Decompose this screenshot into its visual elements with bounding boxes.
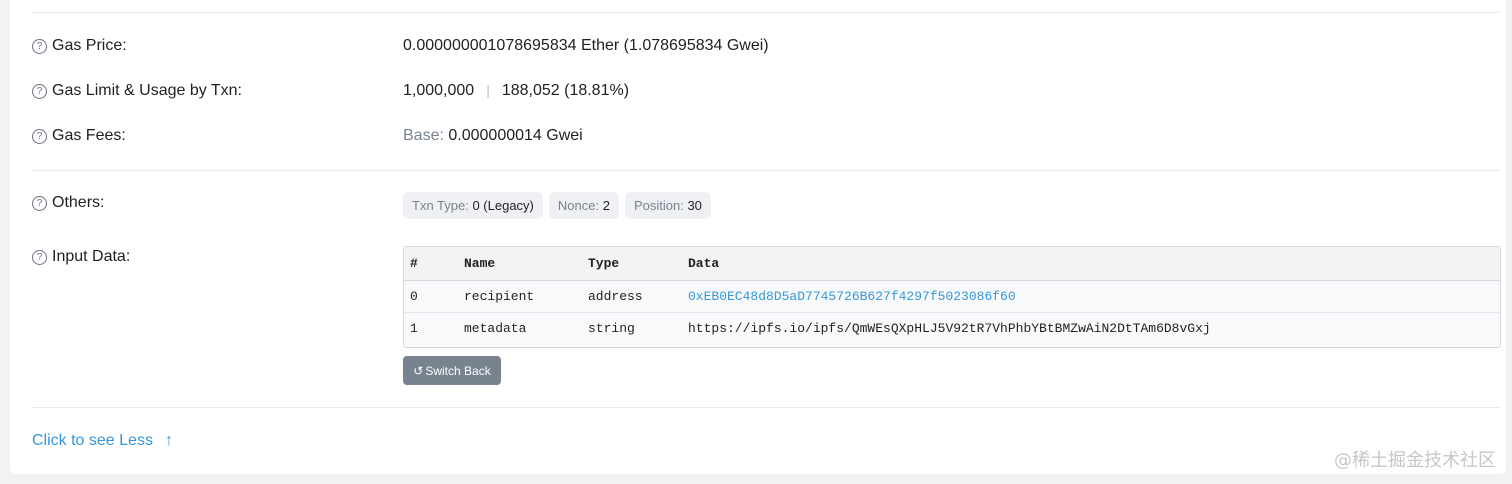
table-header-row: # Name Type Data	[404, 247, 1500, 281]
switch-back-label: Switch Back	[425, 363, 491, 378]
nonce-value: 2	[602, 198, 610, 213]
input-data-label-text: Input Data:	[52, 248, 131, 265]
cell-index: 1	[410, 321, 418, 336]
question-circle-icon[interactable]: ?	[32, 128, 47, 144]
nonce-badge: Nonce: 2	[548, 192, 619, 219]
switch-back-button[interactable]: ↺ Switch Back	[403, 356, 501, 385]
position-badge: Position: 30	[624, 192, 711, 219]
recipient-address-link[interactable]: 0xEB0EC48d8D5aD7745726B627f4297f5023086f…	[682, 280, 1500, 313]
see-less-label: Click to see Less	[32, 432, 153, 449]
divider-middle	[32, 170, 1500, 171]
others-label: ? Others:	[32, 194, 104, 212]
gas-fees-base-label: Base:	[403, 127, 444, 144]
nonce-key: Nonce:	[557, 198, 600, 213]
question-circle-icon[interactable]: ?	[32, 249, 47, 265]
gas-limit-value: 1,000,000 | 188,052 (18.81%)	[403, 82, 629, 100]
gas-price-label: ? Gas Price:	[32, 37, 127, 55]
position-value: 30	[687, 198, 702, 213]
question-circle-icon[interactable]: ?	[32, 38, 47, 54]
divider-top	[32, 12, 1500, 13]
question-circle-icon[interactable]: ?	[32, 195, 47, 211]
input-data-label: ? Input Data:	[32, 248, 130, 266]
gas-limit-amount: 1,000,000	[403, 82, 475, 99]
cell-type: string	[588, 321, 635, 336]
others-label-text: Others:	[52, 194, 105, 211]
divider-bottom	[32, 407, 1500, 408]
input-data-table: # Name Type Data 0 recipient address 0xE…	[403, 246, 1501, 348]
gas-limit-label-text: Gas Limit & Usage by Txn:	[52, 82, 242, 99]
undo-icon: ↺	[413, 363, 424, 378]
gas-limit-separator: |	[486, 82, 490, 98]
see-less-toggle[interactable]: Click to see Less ↑	[32, 432, 173, 450]
watermark: @稀土掘金技术社区	[1334, 450, 1496, 471]
gas-limit-label: ? Gas Limit & Usage by Txn:	[32, 82, 242, 100]
table-row: 1 metadata string https://ipfs.io/ipfs/Q…	[404, 313, 1500, 345]
gas-usage-amount: 188,052 (18.81%)	[501, 82, 630, 99]
txn-type-badge: Txn Type: 0 (Legacy)	[403, 192, 543, 219]
cell-data: https://ipfs.io/ipfs/QmWEsQXpHLJ5V92tR7V…	[688, 321, 1211, 336]
gas-fees-label-text: Gas Fees:	[52, 127, 126, 144]
gas-fees-value: Base: 0.000000014 Gwei	[403, 127, 583, 145]
col-header-name: Name	[458, 247, 582, 281]
question-circle-icon[interactable]: ?	[32, 83, 47, 99]
txn-type-value: 0 (Legacy)	[472, 198, 534, 213]
others-badges: Txn Type: 0 (Legacy) Nonce: 2 Position: 30	[403, 192, 717, 219]
cell-type: address	[582, 280, 682, 313]
cell-index: 0	[404, 280, 458, 313]
position-key: Position:	[633, 198, 684, 213]
gas-fees-base-value: 0.000000014 Gwei	[448, 127, 583, 144]
gas-fees-label: ? Gas Fees:	[32, 127, 126, 145]
gas-price-label-text: Gas Price:	[52, 37, 127, 54]
arrow-up-icon: ↑	[164, 432, 173, 449]
cell-name: recipient	[458, 280, 582, 313]
col-header-data: Data	[682, 247, 1500, 281]
col-header-index: #	[404, 247, 458, 281]
col-header-type: Type	[582, 247, 682, 281]
cell-name: metadata	[464, 321, 527, 336]
gas-price-value: 0.000000001078695834 Ether (1.078695834 …	[403, 37, 769, 54]
txn-type-key: Txn Type:	[412, 198, 469, 213]
transaction-details-card: ? Gas Price: 0.000000001078695834 Ether …	[10, 0, 1506, 474]
table-row: 0 recipient address 0xEB0EC48d8D5aD77457…	[404, 280, 1500, 313]
